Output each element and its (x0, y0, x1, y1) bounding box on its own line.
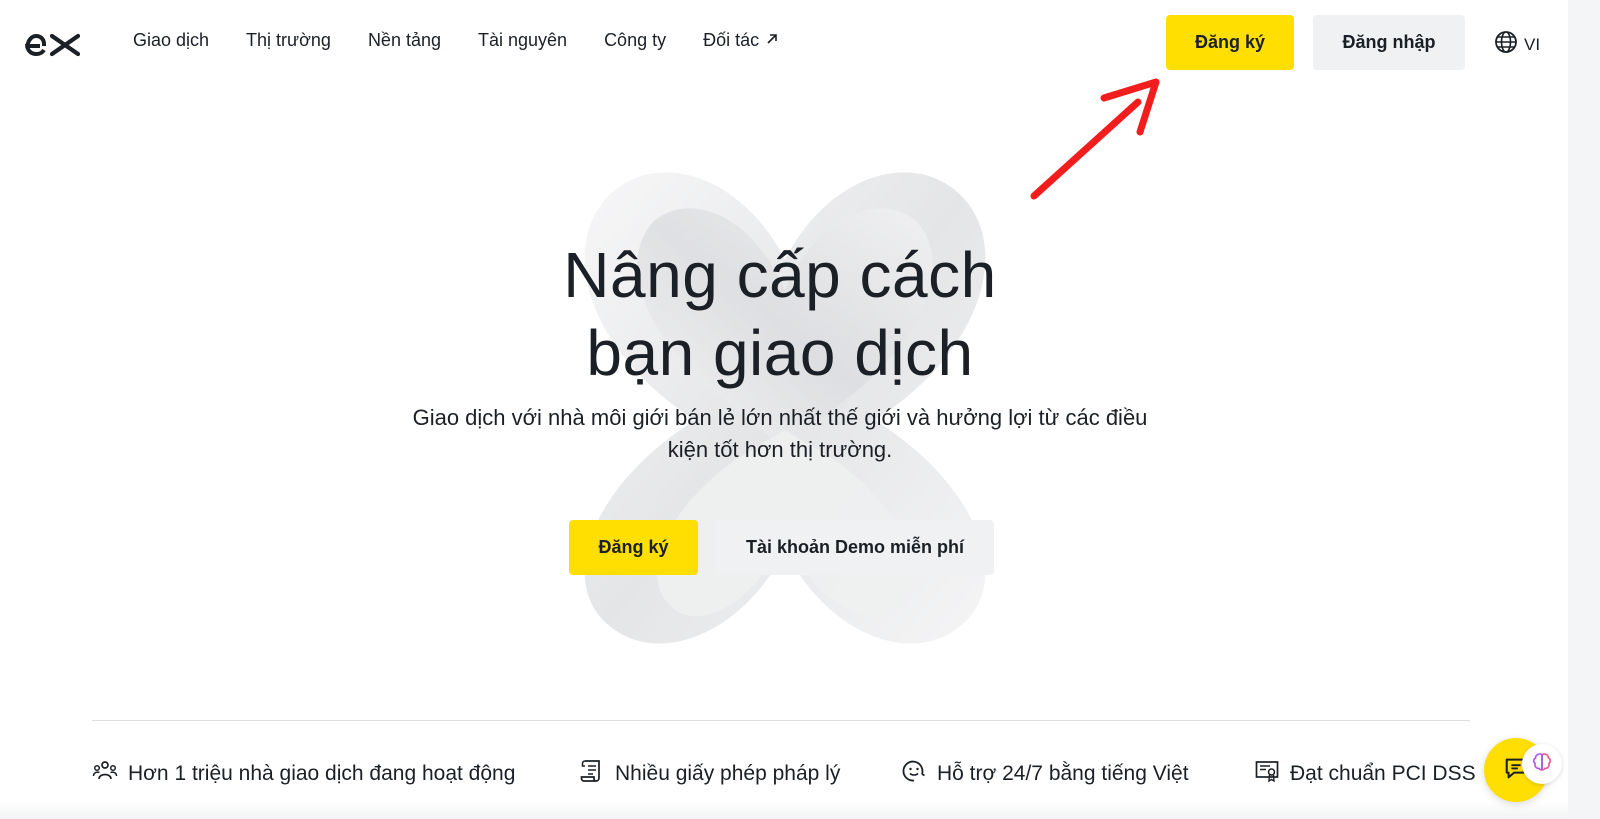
nav-item-label: Nền tảng (367, 30, 441, 50)
login-button[interactable]: Đăng nhập (1313, 15, 1465, 70)
divider (92, 720, 1470, 721)
nav-item-label: Thị trường (246, 30, 331, 50)
feature-support: Hỗ trợ 24/7 bằng tiếng Việt (901, 758, 1189, 790)
scroll-license-icon (579, 758, 605, 790)
language-label: VI (1524, 34, 1541, 54)
nav-item-tai-nguyen[interactable]: Tài nguyên (478, 30, 567, 51)
hero-title-line2: bạn giao dịch (586, 317, 974, 389)
feature-label: Đạt chuẩn PCI DSS (1290, 762, 1476, 785)
feature-label: Hơn 1 triệu nhà giao dịch đang hoạt động (128, 762, 516, 785)
ai-assistant-button[interactable] (1522, 744, 1562, 784)
nav-item-cong-ty[interactable]: Công ty (604, 30, 666, 51)
hero-title: Nâng cấp cách bạn giao dịch (430, 236, 1130, 392)
feature-label: Nhiều giấy phép pháp lý (615, 762, 841, 785)
nav-item-label: Giao dịch (133, 30, 210, 50)
nav-item-label: Công ty (604, 30, 667, 50)
hero-register-button[interactable]: Đăng ký (569, 520, 698, 575)
demo-account-button[interactable]: Tài khoản Demo miễn phí (716, 520, 994, 575)
nav-item-giao-dich[interactable]: Giao dịch (133, 30, 209, 51)
annotation-arrow-icon (1020, 72, 1170, 212)
feature-active-traders: Hơn 1 triệu nhà giao dịch đang hoạt động (92, 758, 515, 790)
nav-item-thi-truong[interactable]: Thị trường (246, 30, 331, 51)
globe-icon (1494, 30, 1518, 59)
hero-title-line1: Nâng cấp cách (563, 239, 997, 311)
nav-item-label: Đối tác (703, 30, 760, 50)
hero-subtitle: Giao dịch với nhà môi giới bán lẻ lớn nh… (390, 402, 1170, 466)
language-selector[interactable]: VI (1494, 30, 1540, 59)
certificate-icon (1254, 758, 1280, 790)
feature-pci-dss: Đạt chuẩn PCI DSS (1254, 758, 1476, 790)
nav-item-nen-tang[interactable]: Nền tảng (368, 30, 441, 51)
nav-item-label: Tài nguyên (478, 30, 568, 50)
page-edge (1568, 0, 1600, 819)
users-icon (92, 758, 118, 790)
hero-subtitle-line1: Giao dịch với nhà môi giới bán lẻ lớn nh… (412, 405, 1148, 430)
feature-label: Hỗ trợ 24/7 bằng tiếng Việt (937, 762, 1189, 785)
exness-logo[interactable] (24, 22, 81, 62)
feature-licenses: Nhiều giấy phép pháp lý (579, 758, 840, 790)
hero-subtitle-line2: kiện tốt hơn thị trường. (667, 437, 893, 462)
page: Giao dịch Thị trường Nền tảng Tài nguyên… (0, 0, 1568, 819)
nav-item-doi-tac[interactable]: Đối tác (703, 30, 779, 51)
register-button[interactable]: Đăng ký (1166, 15, 1294, 70)
brain-icon (1531, 751, 1553, 778)
smiley-support-icon (901, 758, 927, 790)
bottom-shade (0, 802, 1568, 819)
main-nav: Giao dịch Thị trường Nền tảng Tài nguyên… (133, 30, 779, 51)
arrow-up-right-icon (765, 30, 779, 51)
